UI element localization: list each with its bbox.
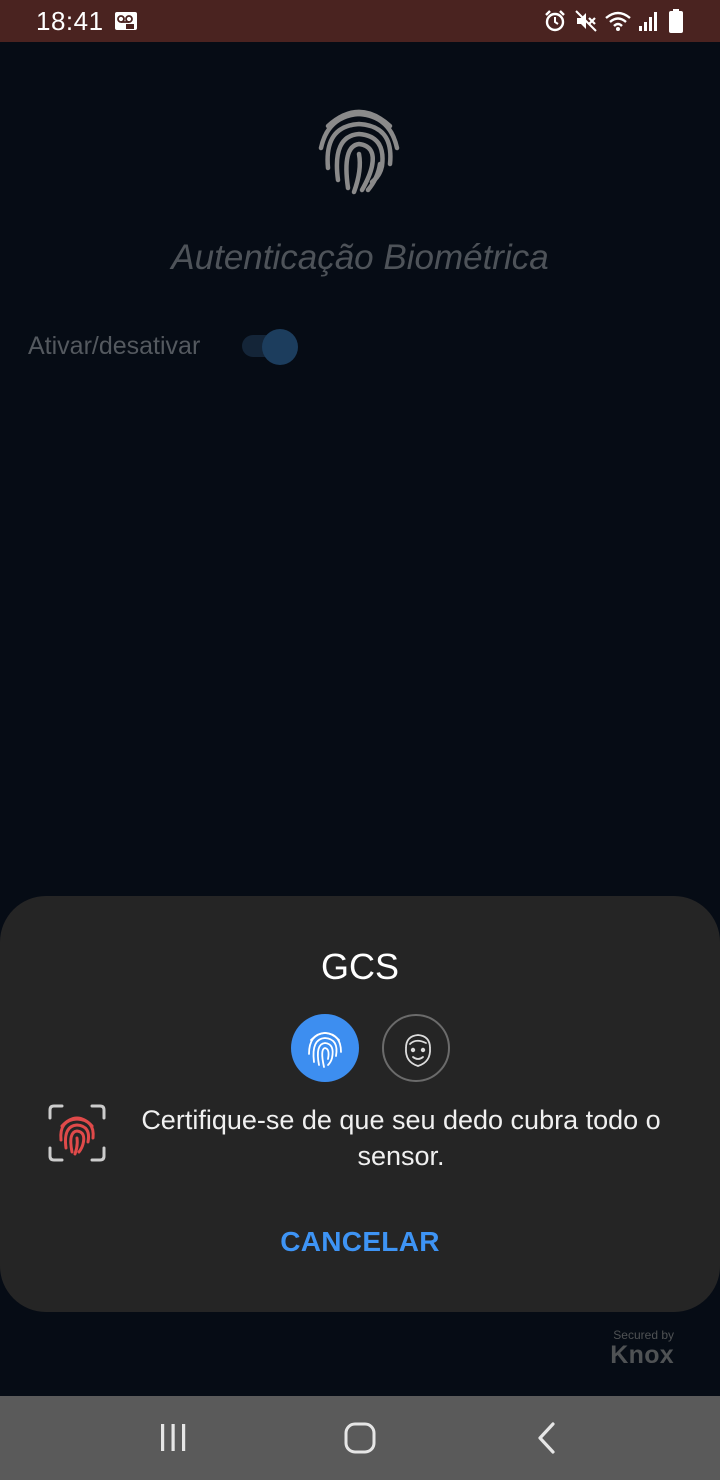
fingerprint-scan-error-icon (46, 1102, 108, 1164)
toggle-label: Ativar/desativar (28, 332, 201, 360)
biometric-dialog: GCS Certifique-se de que seu dedo cubra … (0, 896, 720, 1312)
dialog-title: GCS (320, 946, 399, 987)
back-icon[interactable] (528, 1418, 568, 1458)
face-method-button[interactable] (382, 1014, 450, 1082)
status-time: 18:41 (36, 6, 104, 36)
toggle-thumb (262, 329, 298, 365)
fingerprint-icon (314, 104, 404, 198)
page-title: Autenticação Biométrica (171, 238, 549, 277)
knox-branding: Secured by Knox (610, 1328, 674, 1370)
dialog-message: Certifique-se de que seu dedo cubra todo… (141, 1105, 661, 1171)
recent-apps-icon[interactable] (153, 1418, 193, 1458)
alarm-icon (543, 9, 567, 38)
status-bar: 18:41 (0, 0, 720, 42)
biometric-toggle[interactable] (240, 329, 298, 365)
secured-by-label: Secured by (613, 1328, 674, 1342)
voicemail-icon (114, 11, 138, 36)
fingerprint-method-button[interactable] (291, 1014, 359, 1082)
signal-icon (638, 9, 660, 38)
navigation-bar (0, 1396, 720, 1480)
battery-icon (668, 8, 684, 39)
cancel-button[interactable]: CANCELAR (240, 1226, 480, 1258)
knox-logo: Knox (610, 1341, 674, 1369)
wifi-icon (604, 9, 632, 38)
mute-icon (574, 9, 598, 38)
home-icon[interactable] (340, 1418, 380, 1458)
